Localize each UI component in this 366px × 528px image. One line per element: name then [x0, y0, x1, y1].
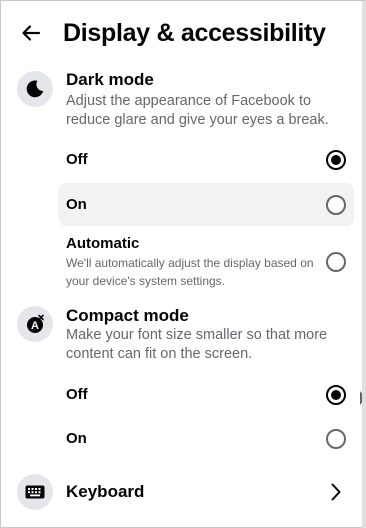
arrow-left-icon: [22, 25, 41, 41]
dark-mode-automatic-radio[interactable]: [326, 252, 346, 272]
compact-text-icon: A: [27, 314, 44, 333]
svg-text:A: A: [31, 320, 39, 332]
option-label: On: [66, 430, 87, 447]
compact-mode-option-off[interactable]: Off: [58, 375, 354, 415]
moon-icon: [26, 80, 44, 98]
dark-mode-on-radio[interactable]: [326, 195, 346, 215]
compact-mode-option-on[interactable]: On: [58, 419, 354, 459]
dark-mode-icon-circle: [17, 71, 53, 107]
compact-mode-description: Make your font size smaller so that more…: [66, 327, 328, 362]
compact-mode-title: Compact mode: [66, 306, 189, 325]
page-title: Display & accessibility: [63, 18, 326, 47]
dark-mode-off-radio[interactable]: [326, 150, 346, 170]
display-accessibility-panel: Display & accessibility Dark mode Adjust…: [0, 0, 366, 528]
compact-mode-off-radio[interactable]: [326, 385, 346, 405]
compact-mode-on-radio[interactable]: [326, 429, 346, 449]
dark-mode-title: Dark mode: [66, 70, 154, 89]
keyboard-row[interactable]: Keyboard: [11, 471, 354, 513]
keyboard-icon-circle: [17, 474, 53, 510]
dark-mode-description: Adjust the appearance of Facebook to red…: [66, 93, 329, 128]
dark-mode-option-off[interactable]: Off: [58, 140, 354, 180]
dark-mode-option-on[interactable]: On: [58, 183, 354, 226]
panel-edge: [362, 1, 366, 528]
chevron-right-icon: [331, 483, 341, 501]
panel-header: Display & accessibility: [13, 13, 354, 53]
option-label: Off: [66, 151, 88, 168]
option-description: We'll automatically adjust the display b…: [66, 256, 314, 288]
keyboard-icon: [25, 485, 45, 499]
option-label: Automatic: [66, 235, 140, 252]
compact-mode-icon-circle: A: [17, 306, 53, 342]
dark-mode-option-automatic[interactable]: Automatic We'll automatically adjust the…: [58, 229, 354, 291]
option-label: On: [66, 196, 87, 213]
keyboard-label: Keyboard: [66, 482, 145, 501]
back-button[interactable]: [13, 15, 49, 51]
option-label: Off: [66, 386, 88, 403]
